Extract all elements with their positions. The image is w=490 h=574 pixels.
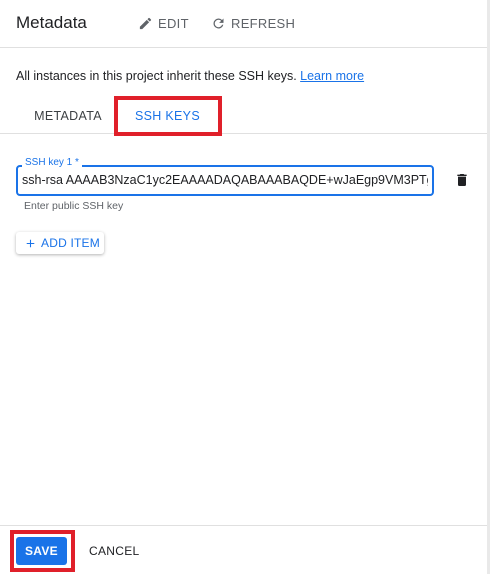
- plus-icon: [26, 239, 35, 247]
- add-item-label: ADD ITEM: [41, 236, 100, 250]
- refresh-label: REFRESH: [231, 16, 296, 31]
- cancel-button[interactable]: CANCEL: [89, 544, 139, 558]
- ssh-key-field[interactable]: [16, 165, 434, 196]
- page-title: Metadata: [16, 13, 87, 32]
- header: Metadata EDIT REFRESH: [0, 0, 490, 48]
- tab-highlight-box: [114, 96, 222, 136]
- refresh-icon: [213, 18, 224, 29]
- learn-more-link[interactable]: Learn more: [300, 69, 364, 83]
- delete-key-button[interactable]: [454, 172, 470, 188]
- tab-metadata-label: METADATA: [34, 109, 102, 123]
- add-item-button[interactable]: ADD ITEM: [16, 232, 104, 254]
- ssh-key-hint: Enter public SSH key: [24, 200, 124, 212]
- ssh-key-label: SSH key 1 *: [22, 157, 82, 168]
- description-text: All instances in this project inherit th…: [16, 69, 301, 83]
- edit-label: EDIT: [158, 16, 189, 31]
- pencil-icon: [139, 17, 152, 30]
- trash-icon: [457, 174, 467, 186]
- save-highlight-box: [10, 530, 75, 572]
- tab-metadata[interactable]: METADATA: [22, 98, 114, 134]
- refresh-button[interactable]: REFRESH: [211, 16, 295, 31]
- ssh-keys-description: All instances in this project inherit th…: [16, 69, 364, 83]
- ssh-key-input[interactable]: [22, 173, 428, 187]
- edit-button[interactable]: EDIT: [138, 16, 189, 31]
- tab-bar: METADATA SSH KEYS: [0, 98, 490, 134]
